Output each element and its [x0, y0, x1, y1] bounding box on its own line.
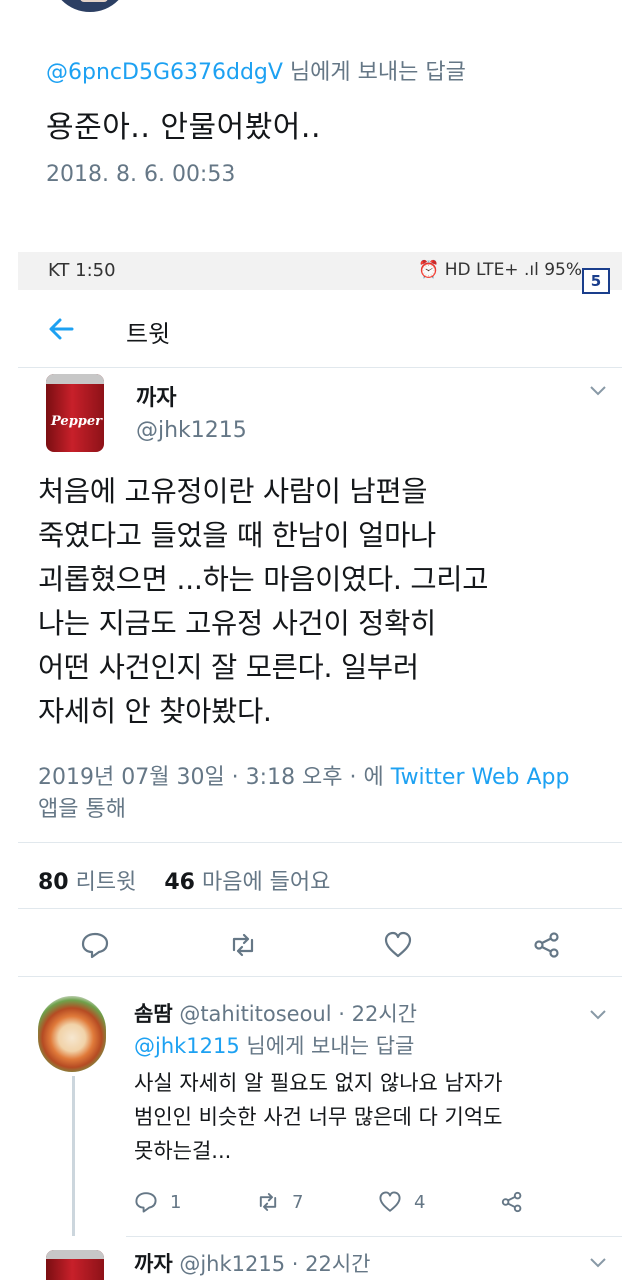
- avatar-logo-text: Pepper: [51, 414, 102, 429]
- divider: [18, 976, 622, 977]
- reply-icon[interactable]: [80, 930, 110, 960]
- next-reply-avatar[interactable]: [46, 1250, 104, 1280]
- reply-time: · 22시간: [338, 1002, 417, 1026]
- status-indicators: ⏰ HD LTE+ .ıl 95%: [418, 260, 582, 280]
- tweet-line: 나는 지금도 고유정 사건이 정확히: [38, 607, 436, 640]
- divider: [18, 908, 622, 909]
- heart-icon[interactable]: [378, 1190, 402, 1214]
- retweets-stat[interactable]: 80 리트윗: [38, 870, 136, 895]
- previous-reply-suffix: 님에게 보내는 답글: [282, 60, 466, 85]
- reply-icon[interactable]: [134, 1190, 158, 1214]
- reply-line: 사실 자세히 알 필요도 없지 않나요 남자가: [134, 1071, 503, 1095]
- reply-count: 1: [170, 1192, 182, 1213]
- previous-tweet-timestamp: 2018. 8. 6. 00:53: [46, 162, 236, 187]
- tweet-source-suffix: 앱을 통해: [38, 797, 126, 822]
- can-lid: [46, 374, 104, 384]
- tweet-line: 괴롭혔으면 ...하는 마음이였다. 그리고: [38, 563, 489, 596]
- reply-to-handle[interactable]: @jhk1215: [134, 1034, 240, 1058]
- retweets-count: 80: [38, 870, 69, 895]
- previous-tweet-text: 용준아.. 안물어봤어..: [46, 110, 321, 145]
- tweet-source-link[interactable]: Twitter Web App: [391, 765, 570, 790]
- divider: [18, 842, 622, 843]
- retweet-count: 7: [292, 1192, 304, 1213]
- likes-count: 46: [164, 870, 195, 895]
- reply-author-avatar[interactable]: [38, 996, 106, 1072]
- header-title: 트윗: [126, 320, 171, 348]
- reply-author-handle[interactable]: @tahititoseoul: [179, 1002, 331, 1026]
- previous-avatar[interactable]: [50, 0, 130, 12]
- reply-text: 사실 자세히 알 필요도 없지 않나요 남자가 범인인 비슷한 사건 너무 많은…: [134, 1066, 594, 1168]
- tweet-line: 자세히 안 찾아봤다.: [38, 695, 272, 728]
- app-header: 트윗: [18, 292, 622, 368]
- share-icon[interactable]: [500, 1190, 524, 1214]
- tweet-line: 죽였다고 들었을 때 한남이 얼마나: [38, 519, 436, 552]
- retweets-label: 리트윗: [75, 870, 137, 895]
- page-number-badge: 5: [582, 268, 610, 294]
- author-avatar[interactable]: Pepper: [46, 374, 104, 452]
- author-handle[interactable]: @jhk1215: [136, 418, 247, 443]
- reply-line: 못하는걸...: [134, 1139, 232, 1163]
- status-carrier-time: KT 1:50: [48, 260, 116, 281]
- tweet-stats: 80 리트윗 46 마음에 들어요: [38, 864, 330, 896]
- can-lid: [46, 1250, 104, 1259]
- next-reply-time: · 22시간: [291, 1252, 371, 1276]
- retweet-icon[interactable]: [228, 930, 258, 960]
- likes-label: 마음에 들어요: [201, 870, 331, 895]
- tweet-datetime: 2019년 07월 30일 · 3:18 오후 · 에: [38, 765, 391, 790]
- heart-icon[interactable]: [383, 930, 413, 960]
- like-count: 4: [414, 1192, 426, 1213]
- reply-header: 솜땀 @tahititoseoul · 22시간: [134, 998, 417, 1028]
- likes-stat[interactable]: 46 마음에 들어요: [164, 870, 330, 895]
- tweet-line: 처음에 고유정이란 사람이 남편을: [38, 475, 428, 508]
- tweet-line: 어떤 사건인지 잘 모른다. 일부러: [38, 651, 419, 684]
- author-name[interactable]: 까자: [136, 380, 176, 412]
- next-reply-author-name[interactable]: 까자: [134, 1252, 173, 1276]
- reply-author-name[interactable]: 솜땀: [134, 1002, 173, 1026]
- chevron-down-icon[interactable]: [590, 386, 606, 396]
- chevron-down-icon[interactable]: [590, 1010, 606, 1020]
- next-reply-header: 까자 @jhk1215 · 22시간: [134, 1248, 370, 1278]
- reply-line: 범인인 비슷한 사건 너무 많은데 다 기억도: [134, 1105, 503, 1129]
- status-bar: KT 1:50 ⏰ HD LTE+ .ıl 95%: [18, 252, 622, 290]
- tweet-text: 처음에 고유정이란 사람이 남편을 죽였다고 들었을 때 한남이 얼마나 괴롭혔…: [38, 470, 598, 734]
- divider: [126, 1236, 622, 1237]
- next-reply-author-handle[interactable]: @jhk1215: [179, 1252, 285, 1276]
- share-icon[interactable]: [532, 930, 562, 960]
- previous-reply-indicator: @6pncD5G6376ddgV 님에게 보내는 답글: [46, 54, 466, 86]
- tweet-metadata: 2019년 07월 30일 · 3:18 오후 · 에 Twitter Web …: [38, 762, 608, 826]
- reply-to-indicator: @jhk1215 님에게 보내는 답글: [134, 1030, 414, 1060]
- chevron-down-icon[interactable]: [590, 1258, 606, 1268]
- back-arrow-icon[interactable]: [46, 314, 76, 344]
- reply-to-suffix: 님에게 보내는 답글: [239, 1034, 415, 1058]
- thread-line: [72, 1076, 75, 1236]
- retweet-icon[interactable]: [256, 1190, 280, 1214]
- previous-reply-handle[interactable]: @6pncD5G6376ddgV: [46, 60, 283, 85]
